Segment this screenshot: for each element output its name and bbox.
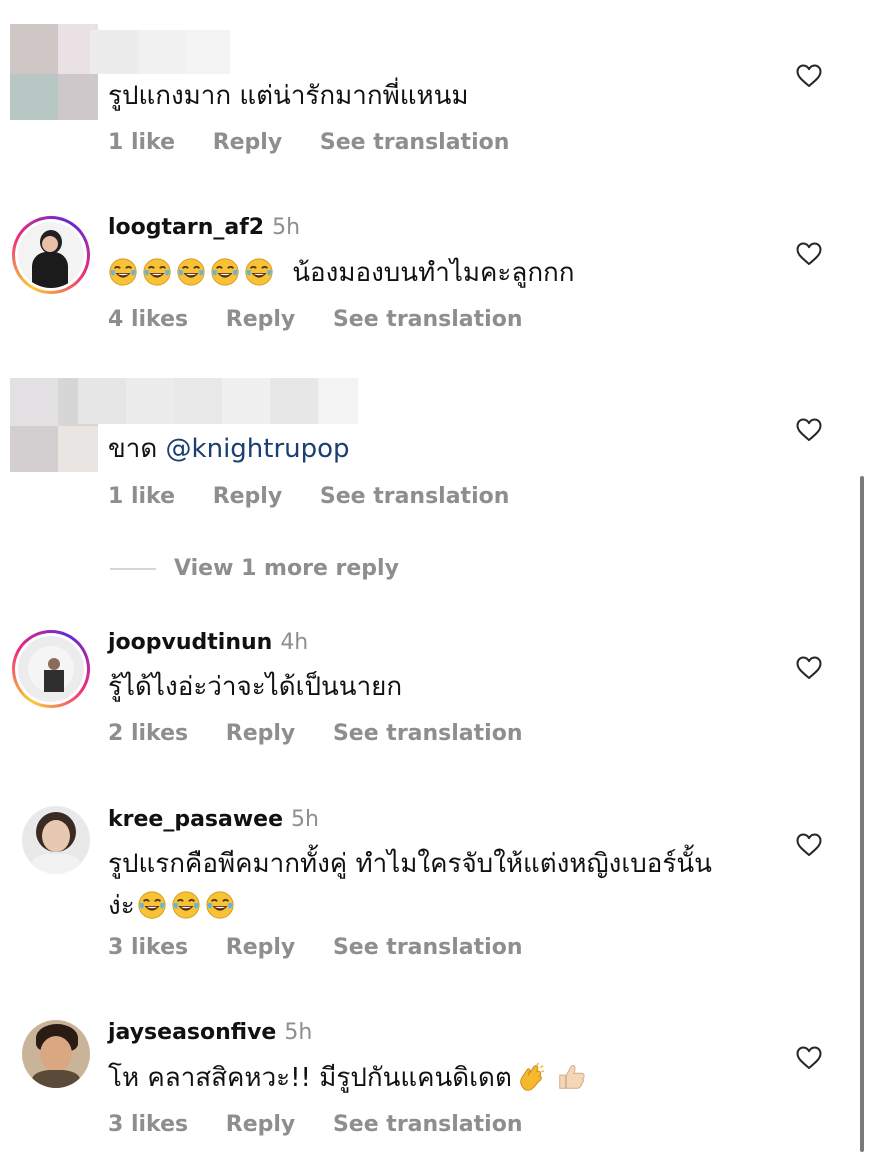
reply-button[interactable]: Reply	[226, 935, 296, 960]
comment-text-line: รูปแรกคือพีคมากทั้งคู่ ทำไมใครจับให้แต่ง…	[108, 849, 712, 879]
like-count[interactable]: 4 likes	[108, 307, 188, 332]
see-translation-button[interactable]: See translation	[320, 484, 510, 509]
see-translation-button[interactable]: See translation	[333, 1112, 523, 1137]
comment-text-line: ง่ะ	[108, 885, 768, 927]
laugh-emoji-icon	[137, 890, 167, 920]
view-more-replies-button[interactable]: View 1 more reply	[110, 556, 399, 581]
comment-text: น้องมองบนทำไมคะลูกกก	[108, 252, 768, 294]
see-translation-button[interactable]: See translation	[333, 721, 523, 746]
reply-button[interactable]: Reply	[226, 1112, 296, 1137]
comment-header: jayseasonfive 5h	[108, 1020, 312, 1045]
divider-line	[110, 568, 156, 570]
like-count[interactable]: 3 likes	[108, 935, 188, 960]
timestamp: 5h	[291, 807, 319, 832]
mention-link[interactable]: @knightrupop	[166, 434, 350, 464]
avatar[interactable]	[22, 806, 90, 874]
heart-icon[interactable]	[796, 1046, 822, 1070]
timestamp: 5h	[272, 215, 301, 240]
comment-text-body: โห คลาสสิคหวะ!! มีรูปกันแคนดิเดต	[108, 1063, 512, 1093]
avatar[interactable]	[12, 630, 90, 708]
comment-text: ขาด @knightrupop	[108, 428, 768, 470]
comment-text: รูปแกงมาก แต่น่ารักมากพี่แหนม	[108, 81, 469, 111]
laugh-emoji-icon	[171, 890, 201, 920]
username-link[interactable]: kree_pasawee	[108, 807, 283, 832]
laugh-emoji-icon	[108, 257, 138, 287]
like-count[interactable]: 1 like	[108, 130, 175, 155]
comment-actions: 3 likes Reply See translation	[108, 935, 553, 960]
heart-icon[interactable]	[796, 418, 822, 442]
like-count[interactable]: 3 likes	[108, 1112, 188, 1137]
avatar[interactable]	[22, 1020, 90, 1088]
laugh-emoji-icon	[210, 257, 240, 287]
username-link[interactable]: loogtarn_af2	[108, 215, 264, 240]
username-link[interactable]: jayseasonfive	[108, 1020, 276, 1045]
comment-actions: 4 likes Reply See translation	[108, 307, 553, 332]
laugh-emoji-icon	[142, 257, 172, 287]
reply-button[interactable]: Reply	[213, 130, 283, 155]
comment-actions: 1 like Reply See translation	[108, 484, 539, 509]
like-count[interactable]: 1 like	[108, 484, 175, 509]
comment-text: รูปแรกคือพีคมากทั้งคู่ ทำไมใครจับให้แต่ง…	[108, 843, 768, 927]
timestamp: 5h	[284, 1020, 313, 1045]
laugh-emoji-icon	[244, 257, 274, 287]
username-link[interactable]: joopvudtinun	[108, 630, 272, 655]
reply-button[interactable]: Reply	[213, 484, 283, 509]
like-count[interactable]: 2 likes	[108, 721, 188, 746]
view-more-replies-label: View 1 more reply	[174, 556, 399, 581]
heart-icon[interactable]	[796, 656, 822, 680]
comment-actions: 1 like Reply See translation	[108, 130, 539, 155]
reply-button[interactable]: Reply	[226, 307, 296, 332]
comment-header: kree_pasawee 5h	[108, 807, 319, 832]
timestamp: 4h	[280, 630, 309, 655]
reply-button[interactable]: Reply	[226, 721, 296, 746]
laugh-emoji-icon	[176, 257, 206, 287]
laugh-emoji-icon	[205, 890, 235, 920]
comment-actions: 2 likes Reply See translation	[108, 721, 553, 746]
comment-text-body: ขาด	[108, 434, 158, 464]
comment-text-body: น้องมองบนทำไมคะลูกกก	[292, 258, 575, 288]
heart-icon[interactable]	[796, 64, 822, 88]
clap-emoji-icon	[516, 1062, 546, 1092]
heart-icon[interactable]	[796, 242, 822, 266]
see-translation-button[interactable]: See translation	[320, 130, 510, 155]
avatar[interactable]	[12, 216, 90, 294]
heart-icon[interactable]	[796, 833, 822, 857]
see-translation-button[interactable]: See translation	[333, 307, 523, 332]
thumbs-up-emoji-icon	[556, 1062, 586, 1092]
comment-actions: 3 likes Reply See translation	[108, 1112, 553, 1137]
comment-header: joopvudtinun 4h	[108, 630, 308, 655]
scrollbar[interactable]	[860, 476, 864, 1152]
comment-text: รู้ได้ไงอ่ะว่าจะได้เป็นนายก	[108, 672, 403, 702]
see-translation-button[interactable]: See translation	[333, 935, 523, 960]
comment-header: loogtarn_af2 5h	[108, 215, 300, 240]
comment-text: โห คลาสสิคหวะ!! มีรูปกันแคนดิเดต	[108, 1057, 768, 1099]
comment-text-body: ง่ะ	[108, 891, 135, 921]
